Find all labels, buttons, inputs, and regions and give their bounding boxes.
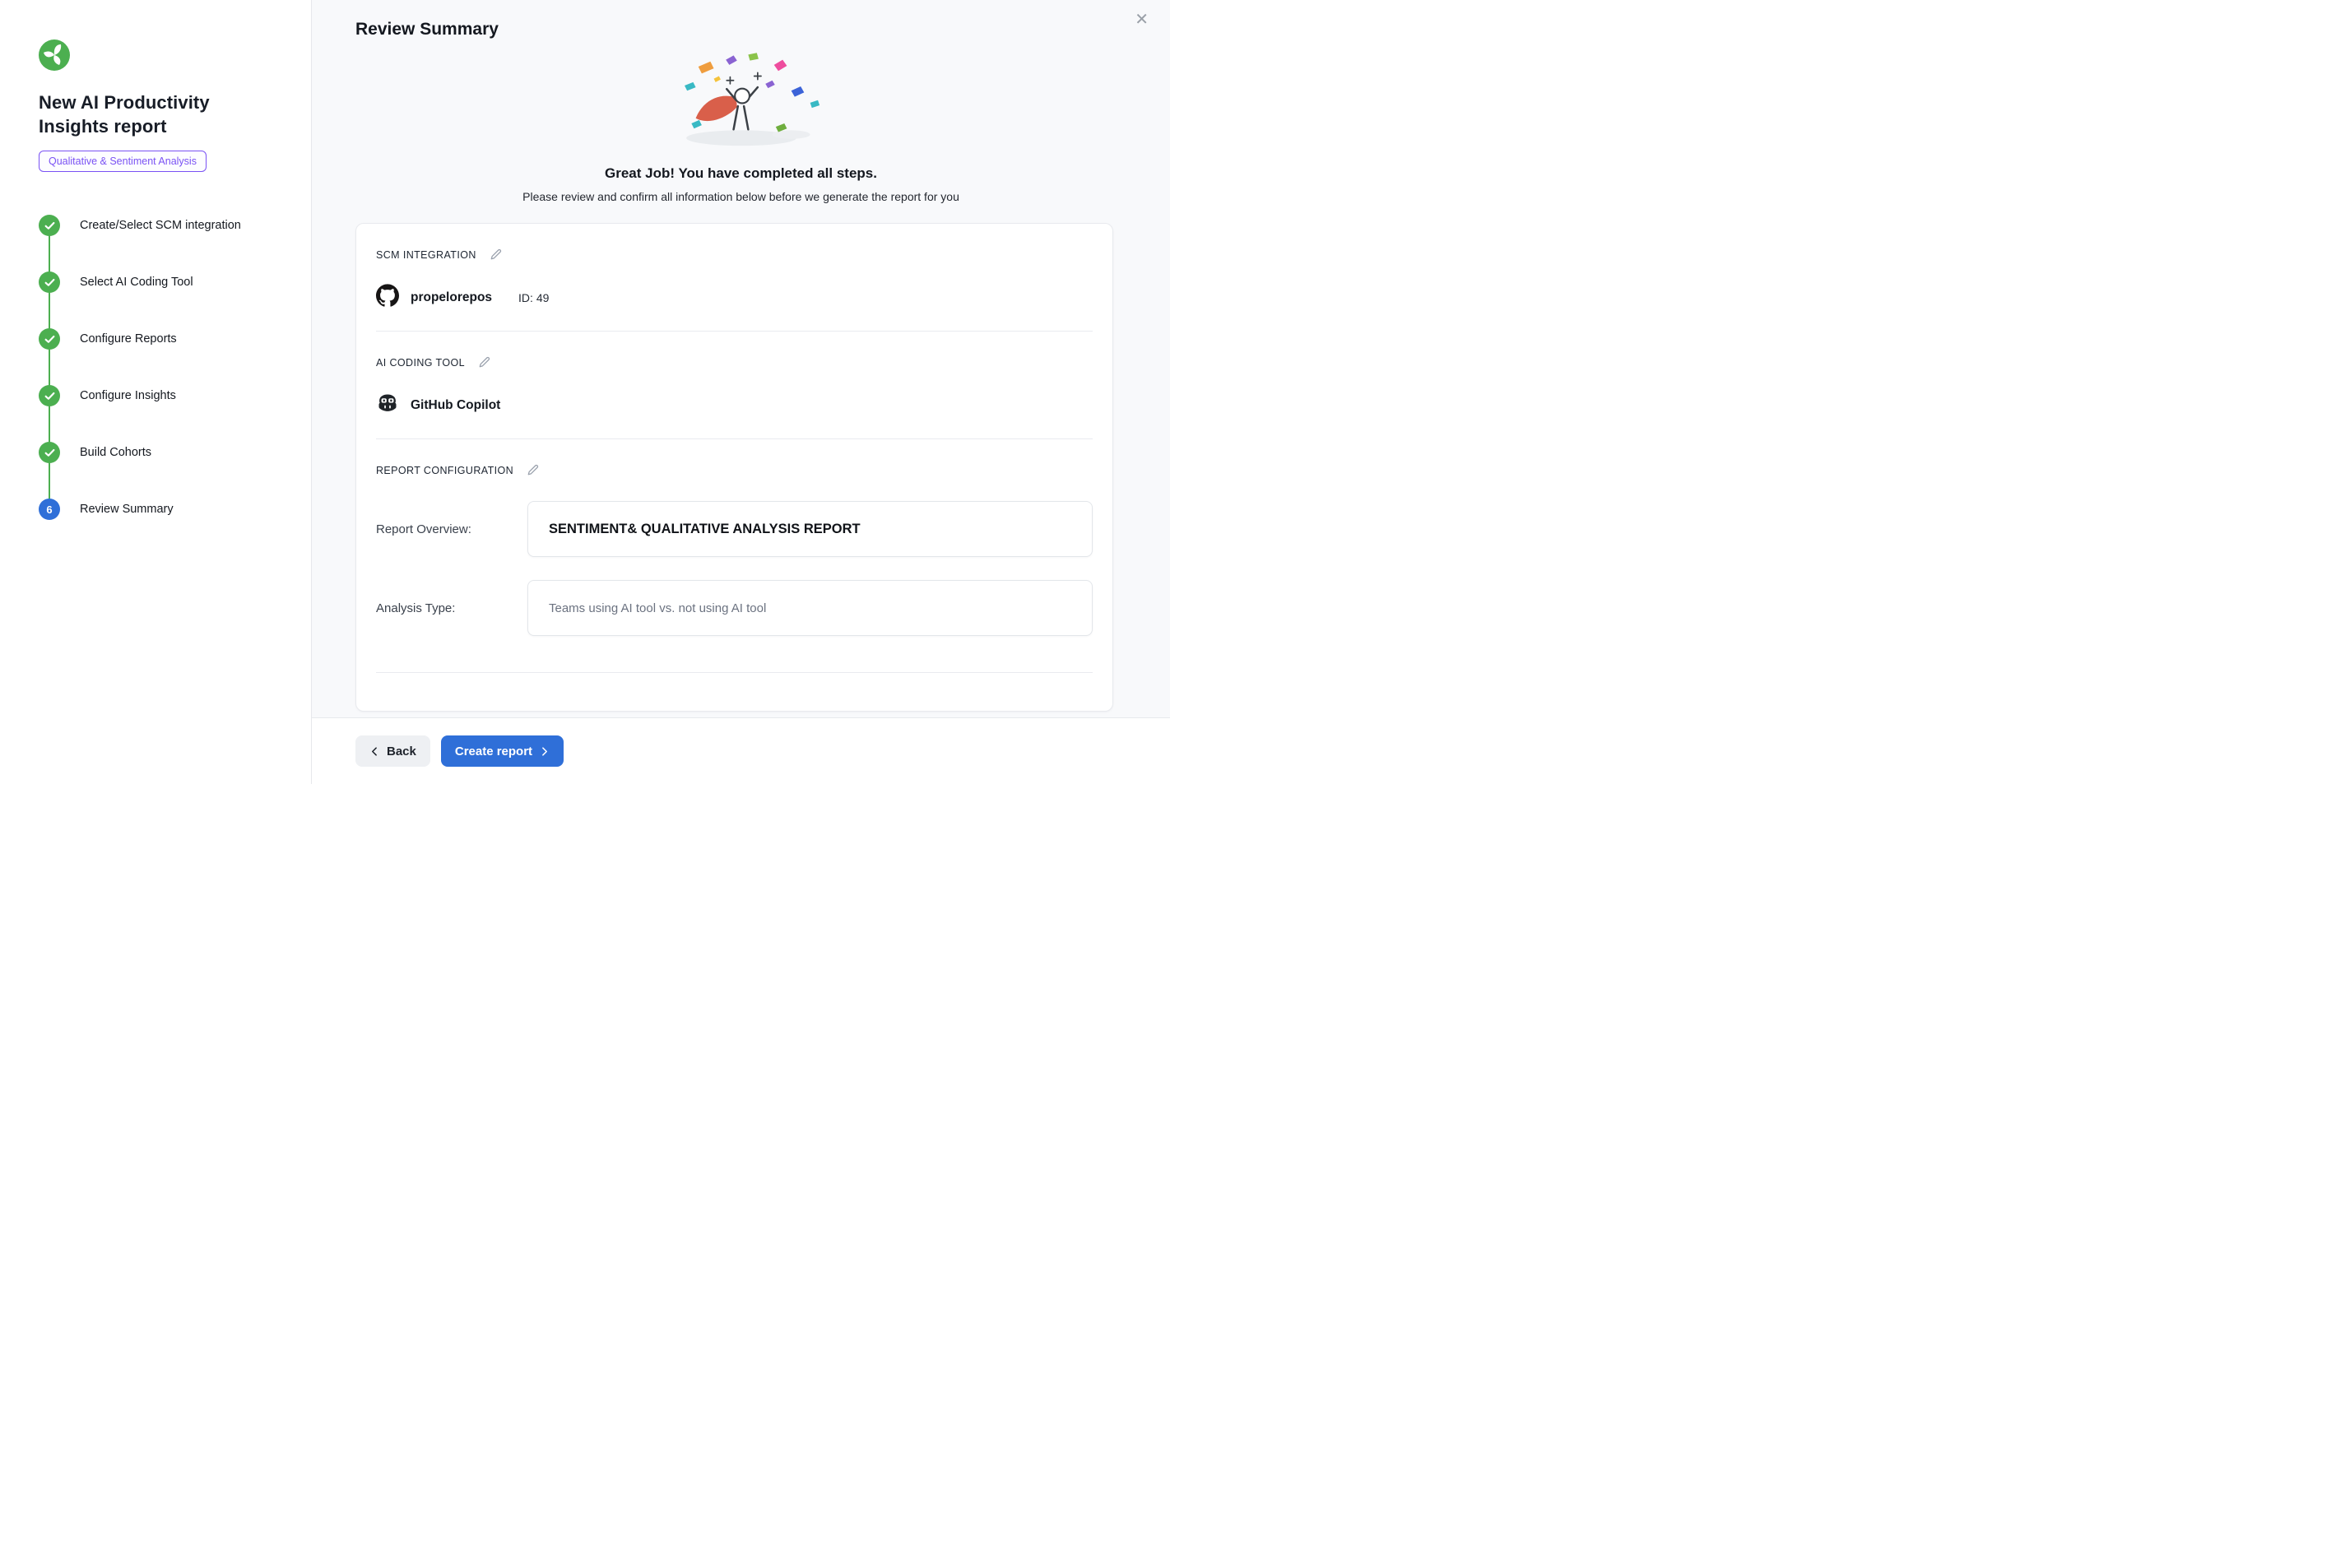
step-label: Build Cohorts <box>80 446 151 459</box>
scm-integration-id: ID: 49 <box>518 291 549 304</box>
congrats-subtitle: Please review and confirm all informatio… <box>312 190 1170 203</box>
divider <box>376 438 1093 439</box>
step-select-ai-coding-tool[interactable]: Select AI Coding Tool <box>39 271 281 293</box>
step-check-icon <box>39 271 60 293</box>
divider <box>376 672 1093 673</box>
tool-section-label: AI CODING TOOL <box>376 357 465 369</box>
step-create-select-scm-integration[interactable]: Create/Select SCM integration <box>39 215 281 236</box>
edit-report-config-icon[interactable] <box>525 462 541 478</box>
step-build-cohorts[interactable]: Build Cohorts <box>39 442 281 463</box>
report-config-section-label: REPORT CONFIGURATION <box>376 465 513 476</box>
app-logo-icon <box>39 39 70 71</box>
step-label: Create/Select SCM integration <box>80 219 241 232</box>
step-check-icon <box>39 442 60 463</box>
report-overview-value: SENTIMENT& QUALITATIVE ANALYSIS REPORT <box>527 501 1093 557</box>
divider <box>376 331 1093 332</box>
report-overview-label: Report Overview: <box>376 522 527 536</box>
ai-coding-tool-name: GitHub Copilot <box>411 398 500 413</box>
analysis-type-value: Teams using AI tool vs. not using AI too… <box>527 580 1093 636</box>
summary-scroll-area[interactable]: Review Summary <box>312 0 1170 717</box>
celebration-illustration <box>312 53 1170 160</box>
analysis-type-badge: Qualitative & Sentiment Analysis <box>39 151 207 172</box>
wizard-footer: Back Create report <box>312 717 1170 784</box>
copilot-icon <box>376 392 399 419</box>
edit-tool-icon[interactable] <box>476 355 492 370</box>
edit-scm-icon[interactable] <box>488 247 504 262</box>
analysis-type-label: Analysis Type: <box>376 601 527 615</box>
create-report-button[interactable]: Create report <box>441 735 564 767</box>
chevron-left-icon <box>369 746 380 757</box>
wizard-stepper: Create/Select SCM integration Select AI … <box>39 215 281 520</box>
wizard-sidebar: New AI Productivity Insights report Qual… <box>0 0 312 784</box>
step-number-badge: 6 <box>39 499 60 520</box>
review-summary-panel: ✕ Review Summary <box>312 0 1170 784</box>
step-configure-insights[interactable]: Configure Insights <box>39 385 281 406</box>
step-check-icon <box>39 385 60 406</box>
step-configure-reports[interactable]: Configure Reports <box>39 328 281 350</box>
step-label: Select AI Coding Tool <box>80 276 193 289</box>
create-report-button-label: Create report <box>455 745 532 758</box>
chevron-right-icon <box>539 746 550 757</box>
stepper-connector-line <box>49 225 50 509</box>
step-check-icon <box>39 215 60 236</box>
congrats-title: Great Job! You have completed all steps. <box>312 165 1170 182</box>
back-button-label: Back <box>387 745 416 758</box>
back-button[interactable]: Back <box>355 735 430 767</box>
step-label: Configure Reports <box>80 332 177 346</box>
github-icon <box>376 284 399 311</box>
page-title: Review Summary <box>312 0 1170 39</box>
step-check-icon <box>39 328 60 350</box>
step-label: Configure Insights <box>80 389 176 402</box>
close-icon[interactable]: ✕ <box>1135 12 1149 28</box>
step-review-summary[interactable]: 6 Review Summary <box>39 499 281 520</box>
wizard-title: New AI Productivity Insights report <box>39 90 281 138</box>
summary-card: SCM INTEGRATION propelorepos ID: 49 AI C… <box>355 223 1113 712</box>
scm-section-label: SCM INTEGRATION <box>376 249 476 261</box>
step-label: Review Summary <box>80 503 174 516</box>
scm-integration-name: propelorepos <box>411 290 492 305</box>
completion-hero: Great Job! You have completed all steps.… <box>312 53 1170 203</box>
